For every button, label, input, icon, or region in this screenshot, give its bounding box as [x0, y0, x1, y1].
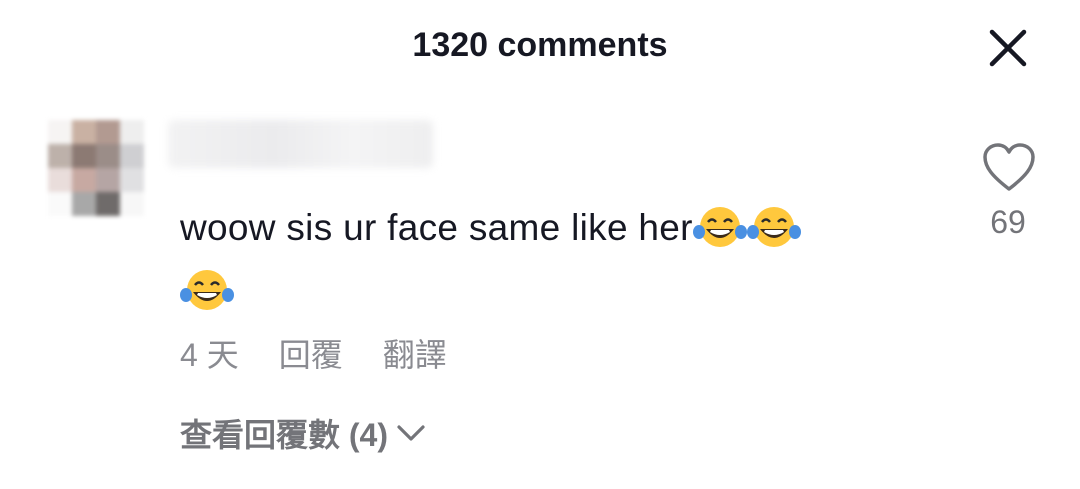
like-count: 69 — [990, 204, 1026, 240]
comments-count-title: 1320 comments — [412, 26, 668, 64]
face-with-tears-of-joy-icon — [180, 270, 234, 310]
face-with-tears-of-joy-icon — [692, 207, 747, 247]
avatar[interactable] — [48, 120, 144, 216]
comment-meta: 4 天 回覆 翻譯 — [180, 330, 447, 376]
face-with-tears-of-joy-icon — [746, 207, 801, 247]
comment-text: woow sis ur face same like her — [180, 196, 920, 322]
translate-button[interactable]: 翻譯 — [383, 330, 447, 376]
username-blurred[interactable] — [168, 120, 433, 168]
comment-body: woow sis ur face same like her — [180, 207, 693, 248]
close-button[interactable] — [984, 24, 1032, 72]
heart-icon[interactable] — [982, 142, 1036, 194]
comment-timestamp: 4 天 — [180, 337, 239, 373]
view-replies-label: 查看回覆數 (4) — [180, 417, 389, 453]
like-button[interactable] — [982, 142, 1036, 194]
chevron-down-icon — [397, 425, 425, 441]
reply-button[interactable]: 回覆 — [279, 330, 343, 376]
close-icon[interactable] — [984, 24, 1032, 72]
view-replies-button[interactable]: 查看回覆數 (4) — [180, 410, 426, 456]
